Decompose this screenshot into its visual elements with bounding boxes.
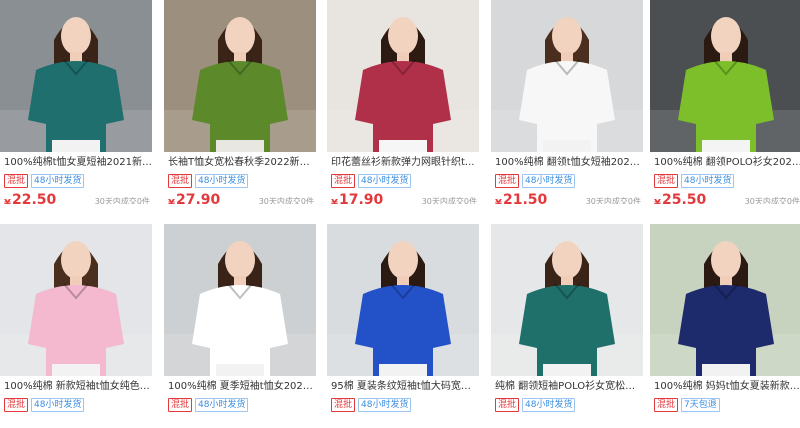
product-card[interactable]: 100%纯棉t恤女夏短袖2021新款... 混批 48小时发货 ¥22.50 30天内成… <box>0 0 152 204</box>
price-row: ¥25.50 30天内成交0件 <box>650 192 800 204</box>
wholesale-tag: 混批 <box>654 398 679 412</box>
product-image[interactable] <box>327 224 479 376</box>
product-title[interactable]: 100%纯棉 新款短袖t恤女纯色宽... <box>4 380 152 393</box>
product-price: 21.50 <box>503 192 548 204</box>
sales-count: 30天内成交0件 <box>94 197 150 204</box>
product-card[interactable]: 100%纯棉 夏季短袖t恤女2022新... 混批 48小时发货 <box>164 224 316 428</box>
product-title[interactable]: 100%纯棉 妈妈t恤女夏装新款绣... <box>654 380 800 393</box>
sales-count: 30天内成交0件 <box>421 197 477 204</box>
product-price: 17.90 <box>339 192 384 204</box>
shipping-tag: 48小时发货 <box>358 174 412 188</box>
product-card[interactable]: 95棉 夏装条纹短袖t恤大码宽松... 混批 48小时发货 <box>327 224 479 428</box>
sales-count: 30天内成交0件 <box>585 197 641 204</box>
product-image[interactable] <box>491 0 643 152</box>
product-tags: 混批 48小时发货 <box>495 174 576 188</box>
currency-symbol: ¥ <box>331 198 338 204</box>
wholesale-tag: 混批 <box>495 398 520 412</box>
product-card[interactable]: 纯棉 翻领短袖POLO衫女宽松百... 混批 48小时发货 <box>491 224 643 428</box>
price-row: ¥21.50 30天内成交0件 <box>491 192 643 204</box>
currency-symbol: ¥ <box>495 198 502 204</box>
product-title[interactable]: 100%纯棉 翻领POLO衫女2021... <box>654 156 800 169</box>
product-image[interactable] <box>327 0 479 152</box>
price-row: ¥27.90 30天内成交0件 <box>164 192 316 204</box>
currency-symbol: ¥ <box>4 198 11 204</box>
currency-symbol: ¥ <box>654 198 661 204</box>
product-card[interactable]: 100%纯棉 翻领POLO衫女2021... 混批 48小时发货 ¥25.50 30天内… <box>650 0 800 204</box>
product-title[interactable]: 100%纯棉 夏季短袖t恤女2022新... <box>168 380 316 393</box>
product-card[interactable]: 100%纯棉 翻领t恤女短袖2021夏... 混批 48小时发货 ¥21.50 30天内… <box>491 0 643 204</box>
product-title[interactable]: 纯棉 翻领短袖POLO衫女宽松百... <box>495 380 643 393</box>
product-image[interactable] <box>0 0 152 152</box>
product-price: 27.90 <box>176 192 221 204</box>
product-card[interactable]: 印花蕾丝衫新款弹力网眼针织t... 混批 48小时发货 ¥17.90 30天内成交0件 <box>327 0 479 204</box>
wholesale-tag: 混批 <box>4 174 29 188</box>
product-tags: 混批 48小时发货 <box>654 174 735 188</box>
product-tags: 混批 48小时发货 <box>4 174 85 188</box>
product-tags: 混批 48小时发货 <box>495 398 576 412</box>
product-price: 22.50 <box>12 192 57 204</box>
shipping-tag: 48小时发货 <box>195 174 249 188</box>
shipping-tag: 48小时发货 <box>522 398 576 412</box>
wholesale-tag: 混批 <box>168 398 193 412</box>
wholesale-tag: 混批 <box>331 174 356 188</box>
product-image[interactable] <box>164 224 316 376</box>
product-title[interactable]: 100%纯棉t恤女夏短袖2021新款... <box>4 156 152 169</box>
product-tags: 混批 48小时发货 <box>168 398 249 412</box>
wholesale-tag: 混批 <box>331 398 356 412</box>
wholesale-tag: 混批 <box>654 174 679 188</box>
shipping-tag: 48小时发货 <box>522 174 576 188</box>
shipping-tag: 48小时发货 <box>358 398 412 412</box>
price-row: ¥17.90 30天内成交0件 <box>327 192 479 204</box>
product-tags: 混批 48小时发货 <box>331 398 412 412</box>
shipping-tag: 48小时发货 <box>195 398 249 412</box>
wholesale-tag: 混批 <box>495 174 520 188</box>
product-card[interactable]: 长袖T恤女宽松春秋季2022新款... 混批 48小时发货 ¥27.90 30天内成交0… <box>164 0 316 204</box>
wholesale-tag: 混批 <box>4 398 29 412</box>
product-price: 25.50 <box>662 192 707 204</box>
shipping-tag: 48小时发货 <box>681 174 735 188</box>
product-title[interactable]: 95棉 夏装条纹短袖t恤大码宽松... <box>331 380 479 393</box>
wholesale-tag: 混批 <box>168 174 193 188</box>
product-image[interactable] <box>650 0 800 152</box>
product-tags: 混批 48小时发货 <box>331 174 412 188</box>
product-tags: 混批 7天包退 <box>654 398 720 412</box>
product-tags: 混批 48小时发货 <box>4 398 85 412</box>
shipping-tag: 48小时发货 <box>31 174 85 188</box>
product-image[interactable] <box>0 224 152 376</box>
product-title[interactable]: 长袖T恤女宽松春秋季2022新款... <box>168 156 316 169</box>
product-tags: 混批 48小时发货 <box>168 174 249 188</box>
product-image[interactable] <box>491 224 643 376</box>
product-image[interactable] <box>650 224 800 376</box>
currency-symbol: ¥ <box>168 198 175 204</box>
shipping-tag: 48小时发货 <box>31 398 85 412</box>
price-row: ¥22.50 30天内成交0件 <box>0 192 152 204</box>
product-card[interactable]: 100%纯棉 妈妈t恤女夏装新款绣... 混批 7天包退 <box>650 224 800 428</box>
shipping-tag: 7天包退 <box>681 398 720 412</box>
product-grid: 100%纯棉t恤女夏短袖2021新款... 混批 48小时发货 ¥22.50 30天内成… <box>0 0 800 428</box>
sales-count: 30天内成交0件 <box>744 197 800 204</box>
product-title[interactable]: 100%纯棉 翻领t恤女短袖2021夏... <box>495 156 643 169</box>
product-image[interactable] <box>164 0 316 152</box>
product-title[interactable]: 印花蕾丝衫新款弹力网眼针织t... <box>331 156 479 169</box>
product-card[interactable]: 100%纯棉 新款短袖t恤女纯色宽... 混批 48小时发货 <box>0 224 152 428</box>
sales-count: 30天内成交0件 <box>258 197 314 204</box>
